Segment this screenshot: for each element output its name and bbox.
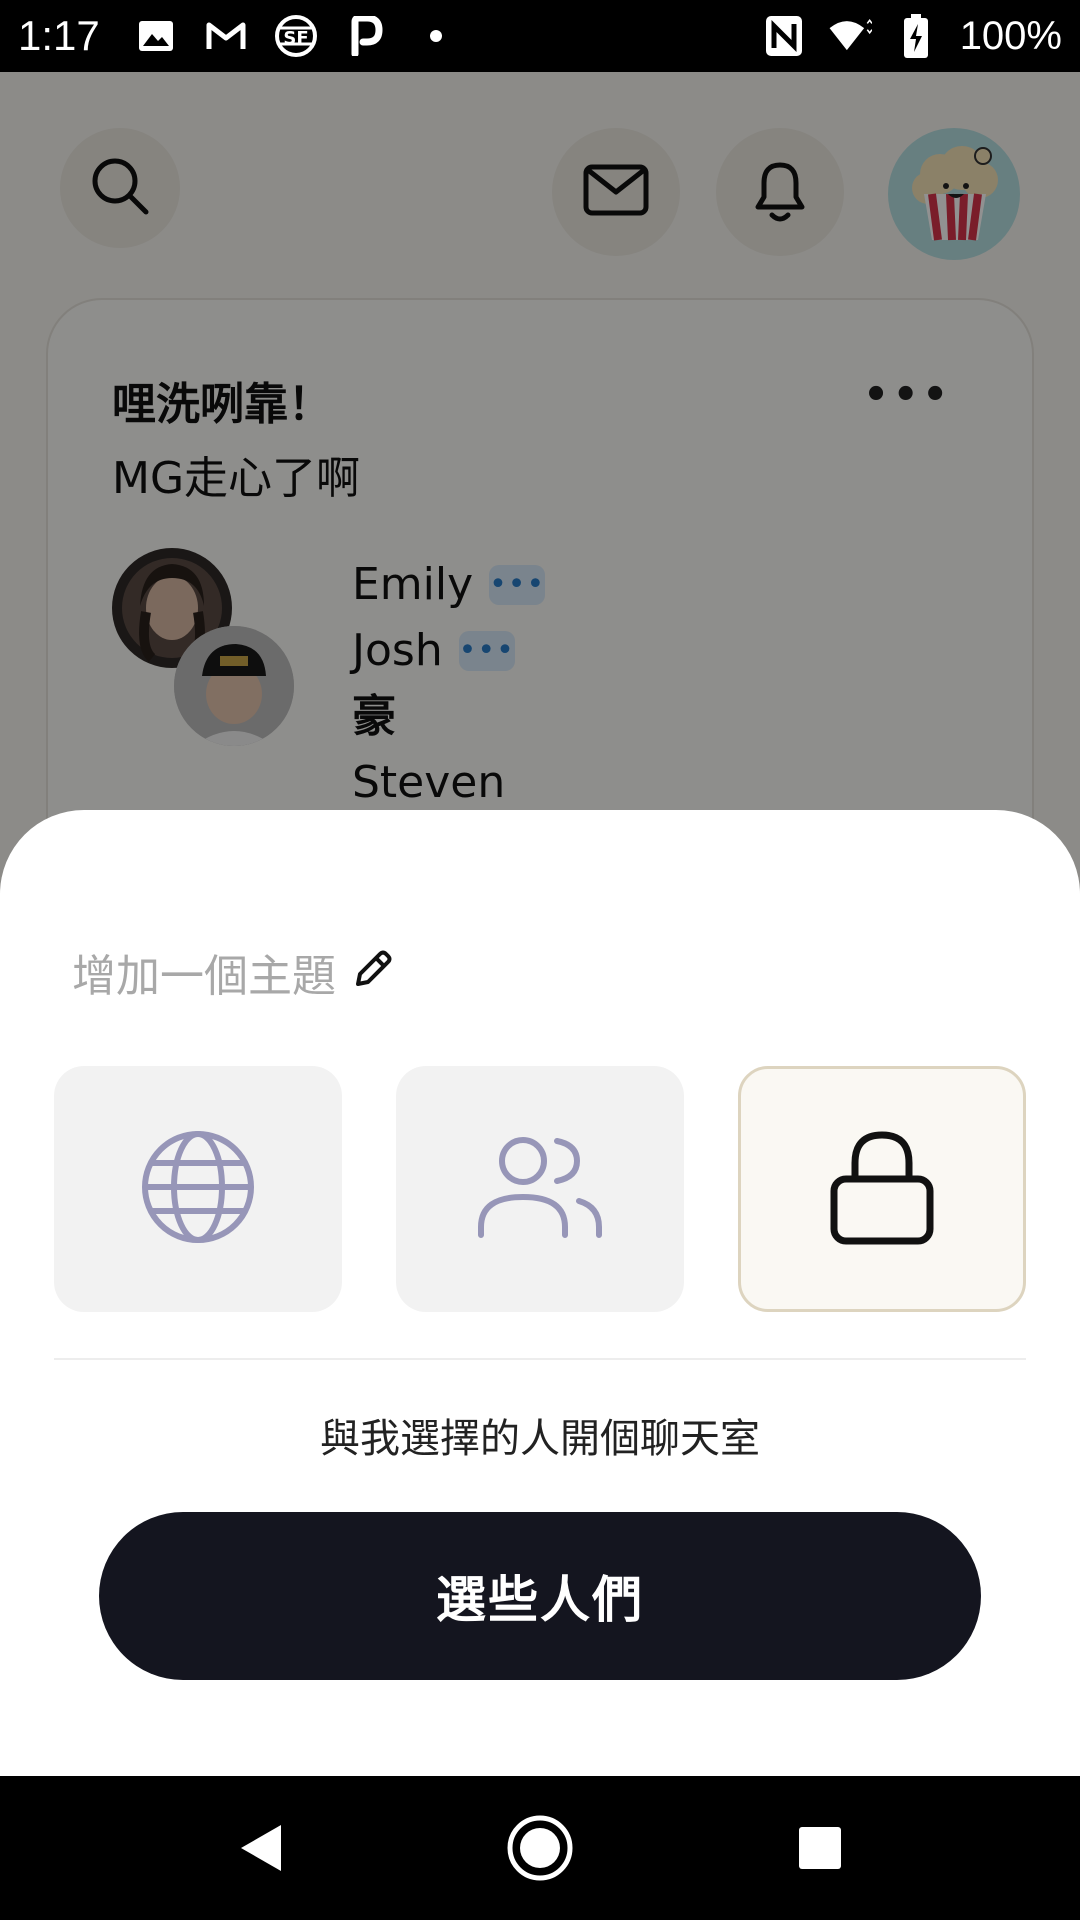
status-time: 1:17 <box>18 12 100 59</box>
add-topic-button[interactable]: 增加一個主題 <box>72 940 394 1004</box>
divider <box>54 1358 1026 1360</box>
battery-percent: 100% <box>959 13 1062 58</box>
back-triangle-icon <box>241 1825 281 1871</box>
start-room-sheet: 增加一個主題 與我選擇的人開個聊天室 選些人們 <box>0 810 1080 1776</box>
lock-icon <box>829 1129 935 1249</box>
image-icon <box>134 14 178 58</box>
recents-square-icon <box>799 1827 841 1869</box>
p-icon <box>344 14 388 58</box>
choose-people-button[interactable]: 選些人們 <box>99 1512 981 1680</box>
battery-charging-icon <box>894 14 938 58</box>
room-type-selector <box>54 1066 1026 1312</box>
pencil-icon <box>350 948 394 996</box>
notification-icons: SF <box>134 14 458 58</box>
sf-icon: SF <box>274 14 318 58</box>
topic-placeholder: 增加一個主題 <box>72 951 336 1002</box>
room-type-description: 與我選擇的人開個聊天室 <box>320 1416 760 1462</box>
globe-icon <box>140 1129 256 1249</box>
dot-icon <box>414 14 458 58</box>
nfc-icon <box>762 14 806 58</box>
gmail-icon <box>204 14 248 58</box>
open-room-option[interactable] <box>54 1066 342 1312</box>
status-bar: 1:17 SF 100% <box>0 0 1080 72</box>
home-circle-icon <box>507 1815 573 1881</box>
home-button[interactable] <box>500 1808 580 1888</box>
people-icon <box>477 1135 603 1243</box>
social-room-option[interactable] <box>396 1066 684 1312</box>
back-button[interactable] <box>220 1808 300 1888</box>
system-icons: 100% <box>762 14 1062 59</box>
svg-text:SF: SF <box>283 28 308 49</box>
closed-room-option[interactable] <box>738 1066 1026 1312</box>
navigation-bar <box>0 1776 1080 1920</box>
recents-button[interactable] <box>780 1808 860 1888</box>
wifi-icon <box>828 14 872 58</box>
